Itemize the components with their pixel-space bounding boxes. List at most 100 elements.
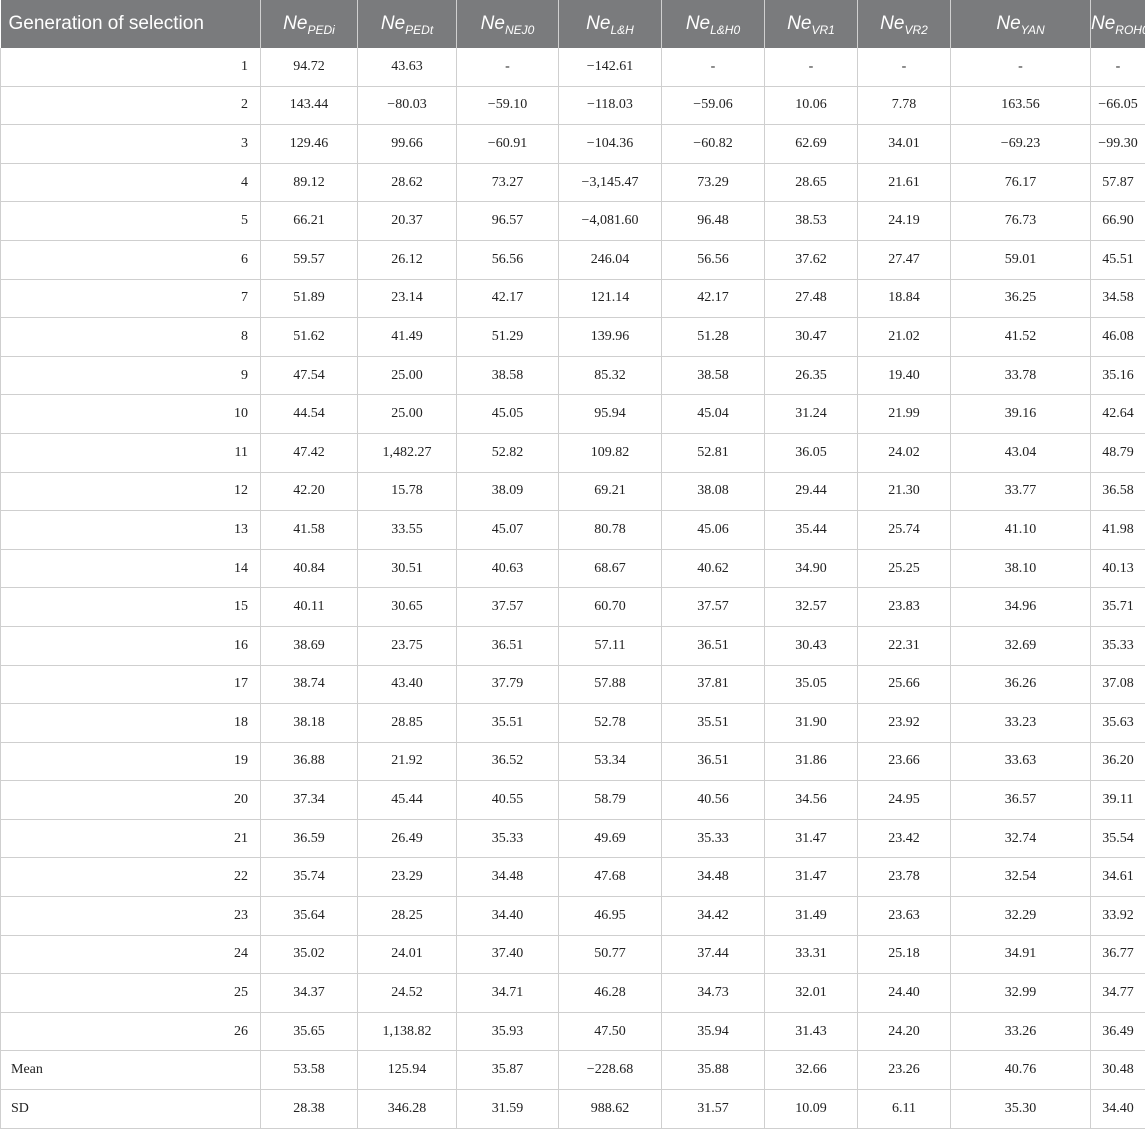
- table-cell: 35.44: [765, 511, 858, 550]
- table-cell: 56.56: [662, 240, 765, 279]
- table-cell: 24.52: [358, 974, 457, 1013]
- table-cell: 28.62: [358, 163, 457, 202]
- table-cell: -: [858, 48, 951, 86]
- table-cell: 50.77: [559, 935, 662, 974]
- table-cell: 21.30: [858, 472, 951, 511]
- table-cell: 163.56: [951, 86, 1091, 125]
- table-cell: 45.44: [358, 781, 457, 820]
- table-cell: 23.42: [858, 819, 951, 858]
- table-cell: 36.57: [951, 781, 1091, 820]
- table-row: 1242.2015.7838.0969.2138.0829.4421.3033.…: [1, 472, 1145, 511]
- table-cell: 34.90: [765, 549, 858, 588]
- table-cell: 46.28: [559, 974, 662, 1013]
- row-label: 15: [1, 588, 261, 627]
- table-cell: 31.24: [765, 395, 858, 434]
- table-cell: 59.01: [951, 240, 1091, 279]
- table-cell: 143.44: [261, 86, 358, 125]
- table-cell: 44.54: [261, 395, 358, 434]
- table-cell: 30.51: [358, 549, 457, 588]
- table-row: 566.2120.3796.57−4,081.6096.4838.5324.19…: [1, 202, 1145, 241]
- table-cell: 20.37: [358, 202, 457, 241]
- table-cell: 25.00: [358, 356, 457, 395]
- table-cell: 40.84: [261, 549, 358, 588]
- table-cell: 38.74: [261, 665, 358, 704]
- table-cell: 31.59: [457, 1090, 559, 1129]
- table-cell: 1,482.27: [358, 433, 457, 472]
- table-cell: 32.99: [951, 974, 1091, 1013]
- table-cell: 32.01: [765, 974, 858, 1013]
- table-cell: 23.63: [858, 897, 951, 936]
- table-cell: 35.51: [457, 704, 559, 743]
- table-row: 2037.3445.4440.5558.7940.5634.5624.9536.…: [1, 781, 1145, 820]
- table-cell: 32.66: [765, 1051, 858, 1090]
- table-cell: 1,138.82: [358, 1012, 457, 1051]
- table-cell: 57.88: [559, 665, 662, 704]
- table-cell: 31.49: [765, 897, 858, 936]
- table-cell: 56.56: [457, 240, 559, 279]
- table-body: 194.7243.63-−142.61-----2143.44−80.03−59…: [1, 48, 1145, 1128]
- table-cell: 58.79: [559, 781, 662, 820]
- table-cell: 35.33: [1091, 626, 1145, 665]
- row-label: 1: [1, 48, 261, 86]
- table-row: 2534.3724.5234.7146.2834.7332.0124.4032.…: [1, 974, 1145, 1013]
- table-cell: 32.74: [951, 819, 1091, 858]
- table-cell: −228.68: [559, 1051, 662, 1090]
- table-cell: 35.51: [662, 704, 765, 743]
- table-cell: 43.63: [358, 48, 457, 86]
- table-cell: 24.40: [858, 974, 951, 1013]
- table-cell: -: [457, 48, 559, 86]
- column-header-ne-vr1: NeVR1: [765, 0, 858, 48]
- table-cell: 40.55: [457, 781, 559, 820]
- table-cell: −59.06: [662, 86, 765, 125]
- column-header-ne-yan: NeYAN: [951, 0, 1091, 48]
- table-cell: 41.49: [358, 318, 457, 357]
- table-cell: 34.77: [1091, 974, 1145, 1013]
- table-cell: 36.58: [1091, 472, 1145, 511]
- column-header-base: Ne: [1091, 13, 1115, 34]
- data-table: Generation of selection NePEDiNePEDtNeNE…: [0, 0, 1145, 1129]
- table-cell: 30.48: [1091, 1051, 1145, 1090]
- table-cell: 48.79: [1091, 433, 1145, 472]
- table-cell: 45.06: [662, 511, 765, 550]
- table-cell: 73.27: [457, 163, 559, 202]
- table-cell: 34.58: [1091, 279, 1145, 318]
- row-label: 6: [1, 240, 261, 279]
- table-cell: 25.18: [858, 935, 951, 974]
- table-cell: 28.25: [358, 897, 457, 936]
- table-cell: 36.26: [951, 665, 1091, 704]
- column-header-ne-nej0: NeNEJ0: [457, 0, 559, 48]
- row-label: 13: [1, 511, 261, 550]
- row-label: 20: [1, 781, 261, 820]
- table-cell: 24.20: [858, 1012, 951, 1051]
- table-cell: 34.96: [951, 588, 1091, 627]
- table-cell: 30.43: [765, 626, 858, 665]
- table-cell: 36.49: [1091, 1012, 1145, 1051]
- table-cell: 51.89: [261, 279, 358, 318]
- table-row: 2635.651,138.8235.9347.5035.9431.4324.20…: [1, 1012, 1145, 1051]
- table-cell: 51.62: [261, 318, 358, 357]
- table-cell: 26.12: [358, 240, 457, 279]
- table-cell: 40.63: [457, 549, 559, 588]
- table-cell: 33.55: [358, 511, 457, 550]
- table-cell: 69.21: [559, 472, 662, 511]
- table-cell: 31.86: [765, 742, 858, 781]
- column-header-subscript: PEDt: [405, 23, 433, 37]
- table-cell: 34.56: [765, 781, 858, 820]
- row-label: 2: [1, 86, 261, 125]
- table-cell: 37.81: [662, 665, 765, 704]
- table-row: 1147.421,482.2752.82109.8252.8136.0524.0…: [1, 433, 1145, 472]
- table-cell: −3,145.47: [559, 163, 662, 202]
- table-cell: 30.65: [358, 588, 457, 627]
- table-cell: 35.33: [457, 819, 559, 858]
- table-cell: 42.17: [662, 279, 765, 318]
- table-cell: 31.47: [765, 819, 858, 858]
- table-cell: 36.59: [261, 819, 358, 858]
- table-cell: 35.71: [1091, 588, 1145, 627]
- table-cell: 45.05: [457, 395, 559, 434]
- table-cell: 19.40: [858, 356, 951, 395]
- table-cell: 24.02: [858, 433, 951, 472]
- table-cell: 32.57: [765, 588, 858, 627]
- row-label: 19: [1, 742, 261, 781]
- table-row: 194.7243.63-−142.61-----: [1, 48, 1145, 86]
- table-cell: 41.10: [951, 511, 1091, 550]
